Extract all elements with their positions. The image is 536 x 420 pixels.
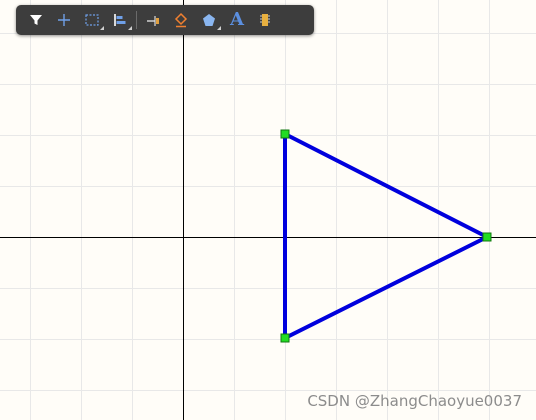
eraser-button[interactable] xyxy=(167,8,195,32)
vertex-handle-right[interactable] xyxy=(482,232,492,242)
filter-icon xyxy=(30,15,42,25)
selection-rect-icon xyxy=(85,14,99,26)
dropdown-corner xyxy=(217,26,221,30)
place-pin-button[interactable] xyxy=(139,8,167,32)
drawing-toolbar: A xyxy=(16,5,314,35)
triangle-shape[interactable] xyxy=(283,130,492,342)
polygon-button[interactable] xyxy=(195,8,223,32)
align-icon xyxy=(114,14,126,26)
dropdown-corner xyxy=(100,26,104,30)
align-button[interactable] xyxy=(106,8,134,32)
crosshair-icon xyxy=(58,14,70,26)
eraser-icon xyxy=(174,12,188,28)
select-area-button[interactable] xyxy=(78,8,106,32)
schematic-canvas[interactable] xyxy=(0,0,536,420)
vertex-handle-top[interactable] xyxy=(280,129,290,139)
canvas-grid xyxy=(0,0,536,420)
text-tool-icon: A xyxy=(230,9,244,30)
text-button[interactable]: A xyxy=(223,8,251,32)
polygon-icon xyxy=(203,14,215,26)
dropdown-corner xyxy=(128,26,132,30)
pin-icon xyxy=(147,16,159,26)
watermark: CSDN @ZhangChaoyue0037 xyxy=(307,392,522,410)
crosshair-button[interactable] xyxy=(50,8,78,32)
toolbar-separator xyxy=(136,11,137,29)
vertex-handle-bottom[interactable] xyxy=(280,333,290,343)
filter-button[interactable] xyxy=(22,8,50,32)
component-icon xyxy=(260,14,270,26)
component-button[interactable] xyxy=(251,8,279,32)
